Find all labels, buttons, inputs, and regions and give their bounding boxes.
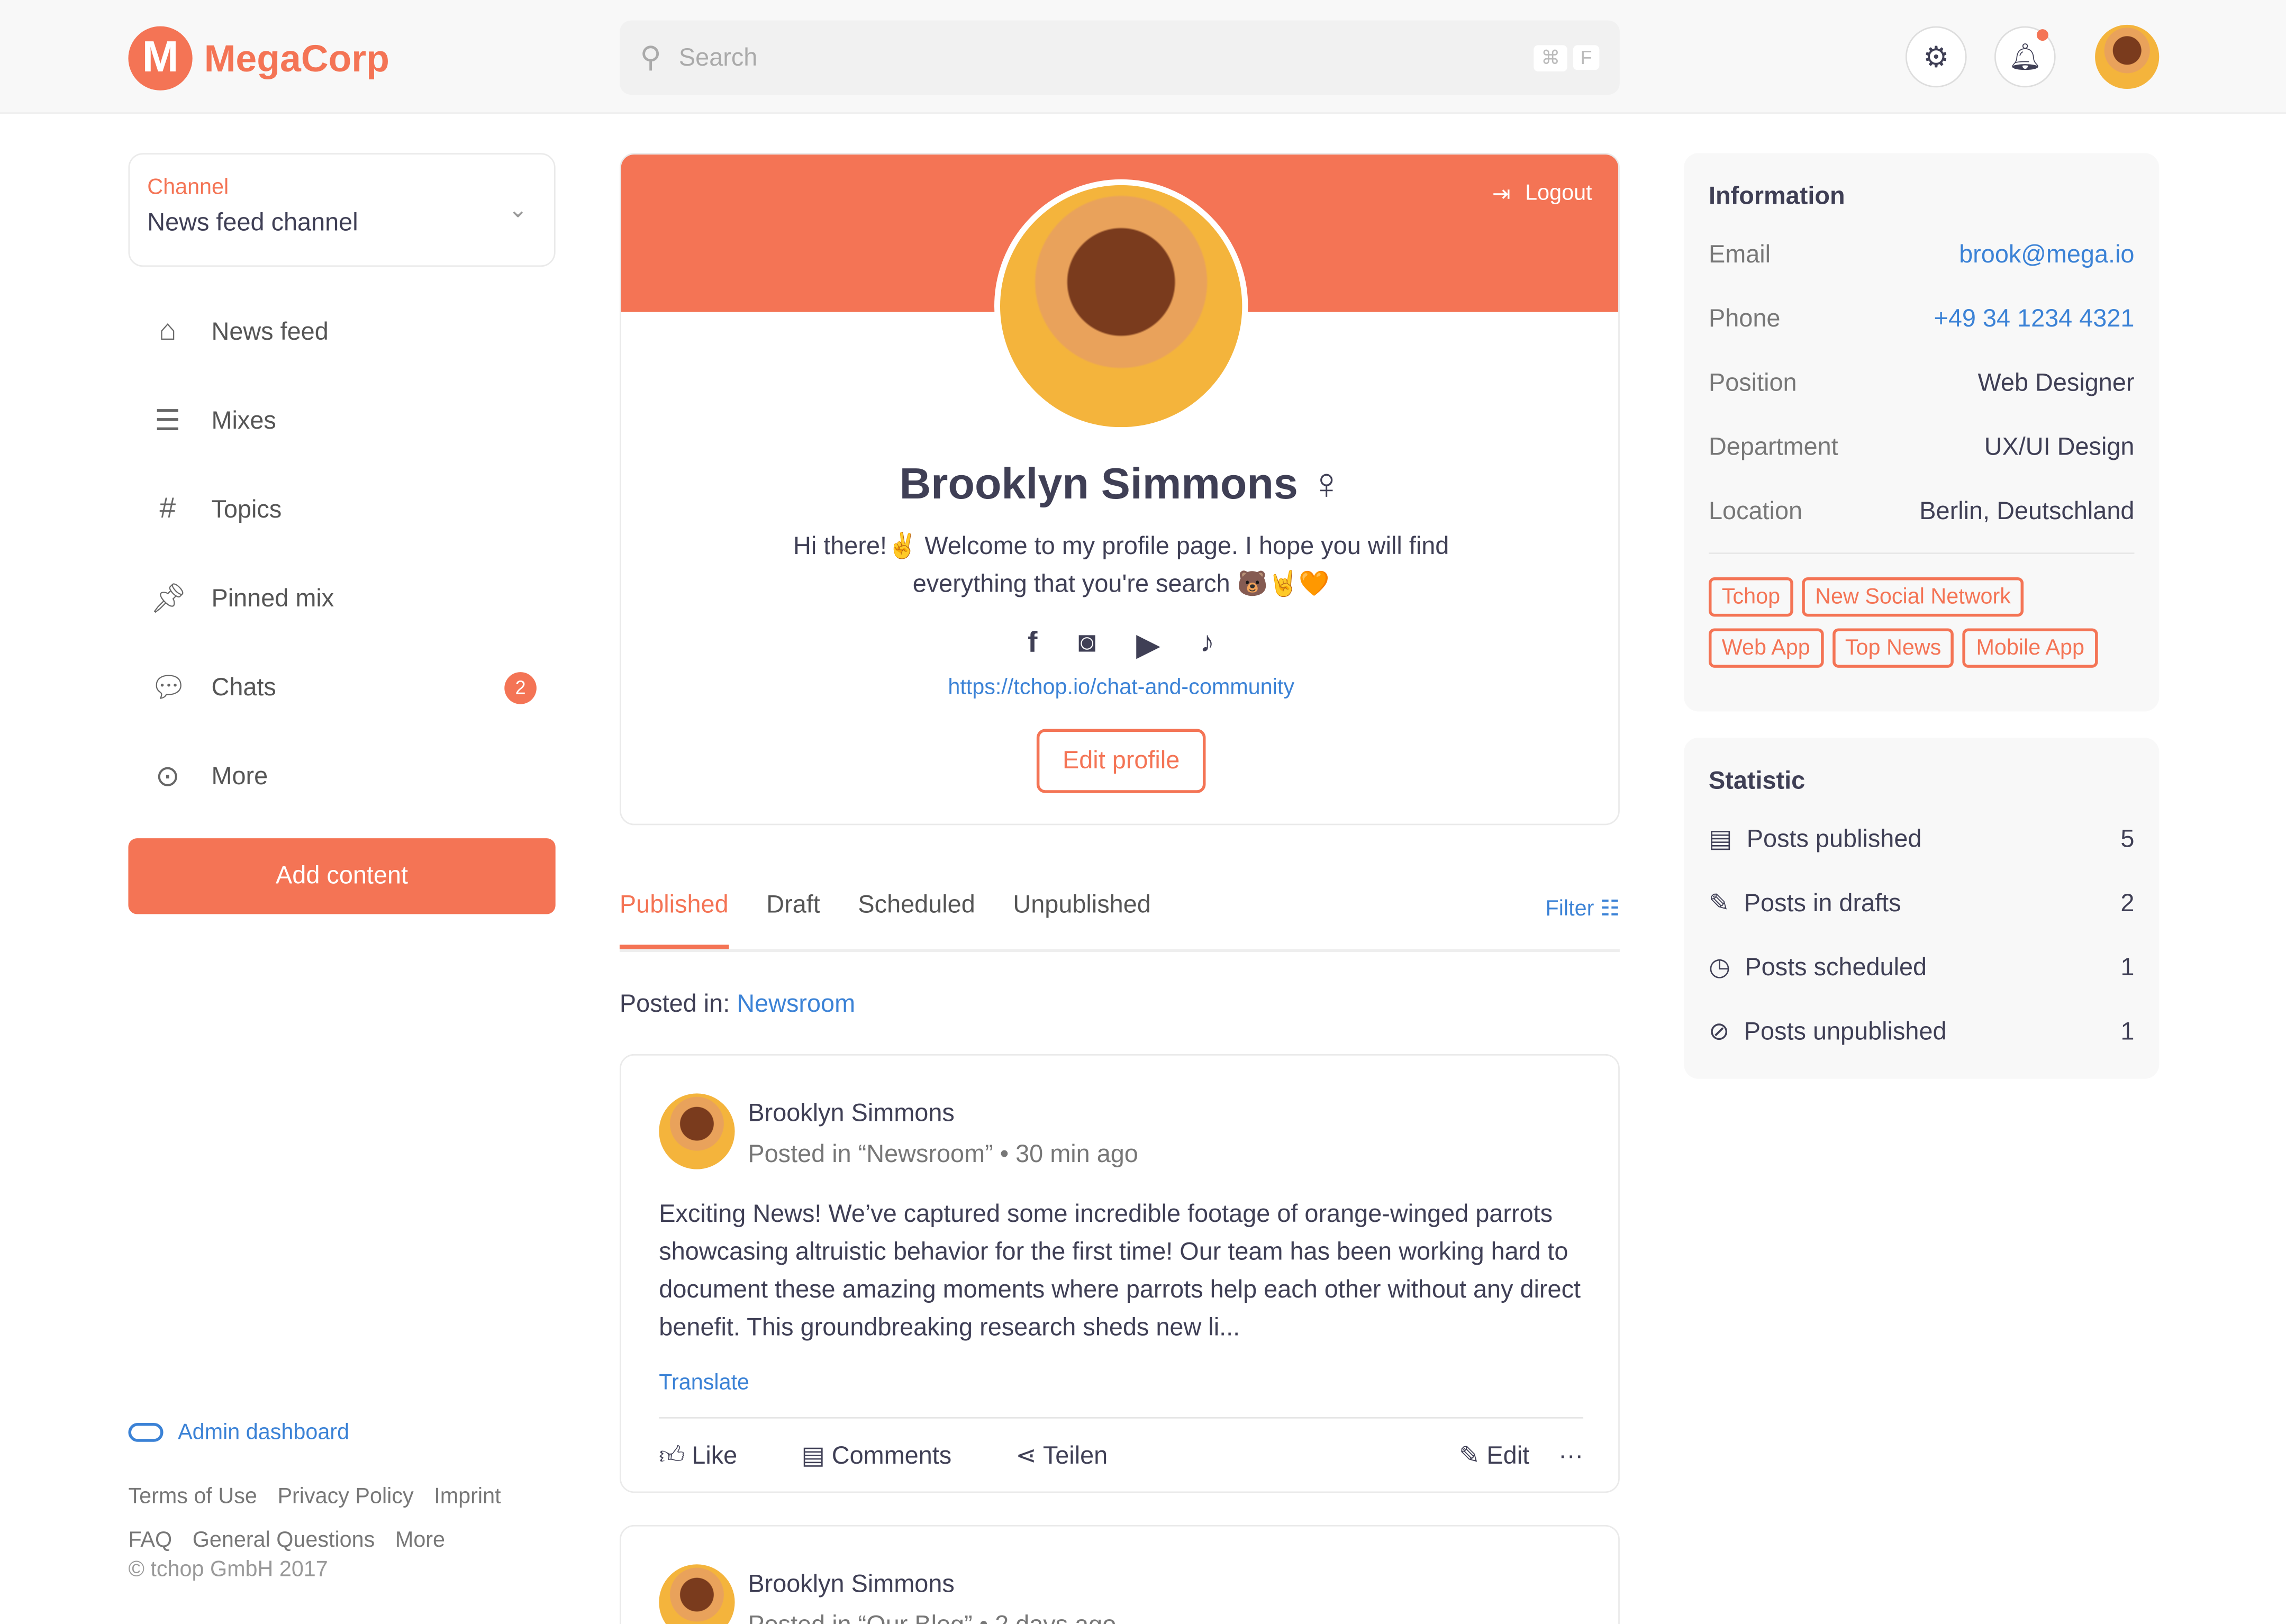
- shortcut-key: ⌘: [1534, 44, 1567, 71]
- faq-link[interactable]: FAQ: [128, 1528, 172, 1553]
- sidebar-item-chats[interactable]: 💬︎ Chats 2: [128, 643, 557, 732]
- posted-in-link[interactable]: Newsroom: [737, 990, 855, 1018]
- post-meta: Posted in “Our Blog” • 2 days ago: [748, 1611, 1116, 1624]
- stack-icon: ☰: [155, 405, 181, 438]
- logout-button[interactable]: ⇥ Logout: [1492, 181, 1592, 207]
- add-content-button[interactable]: Add content: [128, 838, 556, 914]
- tiktok-icon[interactable]: ♪: [1200, 627, 1215, 664]
- settings-button[interactable]: ⚙: [1905, 26, 1967, 88]
- statistic-panel: Statistic ▤ Posts published 5 ✎ Posts in dr…: [1684, 738, 2160, 1079]
- edit-post-button[interactable]: ✎ Edit: [1459, 1441, 1529, 1470]
- avatar[interactable]: [2095, 24, 2160, 89]
- author-avatar: [659, 1093, 735, 1169]
- logo[interactable]: M MegaCorp: [128, 26, 389, 90]
- clock-icon: ◷: [1708, 953, 1730, 982]
- author-avatar: [659, 1564, 735, 1624]
- sidebar-item-news-feed[interactable]: ⌂ News feed: [128, 287, 557, 376]
- chevron-down-icon: ⌄: [508, 198, 528, 223]
- post-author[interactable]: Brooklyn Simmons: [748, 1099, 1138, 1128]
- channel-select[interactable]: Channel News feed channel ⌄: [128, 153, 556, 267]
- tag[interactable]: Web App: [1708, 628, 1824, 668]
- post-tabs: Published Draft Scheduled Unpublished Fi…: [619, 891, 1620, 952]
- comments-button[interactable]: ▤ Comments: [801, 1441, 951, 1470]
- thumbs-up-icon: 👍︎: [659, 1441, 685, 1470]
- privacy-link[interactable]: Privacy Policy: [277, 1484, 413, 1509]
- toggle-icon: [128, 1422, 164, 1442]
- tag[interactable]: New Social Network: [1802, 577, 2024, 617]
- profile-avatar: [994, 179, 1248, 433]
- notification-dot: [2036, 29, 2048, 41]
- post-author[interactable]: Brooklyn Simmons: [748, 1570, 1116, 1599]
- tab-draft[interactable]: Draft: [766, 891, 820, 949]
- profile-url[interactable]: https://tchop.io/chat-and-community: [621, 675, 1618, 700]
- copyright: © tchop GmbH 2017: [128, 1557, 328, 1582]
- terms-link[interactable]: Terms of Use: [128, 1484, 257, 1509]
- more-options-icon[interactable]: ···: [1558, 1441, 1583, 1470]
- tab-unpublished[interactable]: Unpublished: [1013, 891, 1150, 949]
- post-card: Brooklyn Simmons Posted in “Newsroom” • …: [619, 1054, 1620, 1493]
- sidebar-item-more[interactable]: ⊙ More: [128, 732, 557, 821]
- post-body: Exciting News! We’ve captured some incre…: [659, 1200, 1581, 1341]
- home-icon: ⌂: [159, 315, 177, 347]
- sidebar-item-mixes[interactable]: ☰ Mixes: [128, 376, 557, 465]
- document-icon: ▤: [1708, 825, 1732, 853]
- sidebar-item-pinned-mix[interactable]: 📌︎ Pinned mix: [128, 554, 557, 643]
- sidebar-item-topics[interactable]: # Topics: [128, 465, 557, 554]
- post-meta: Posted in “Newsroom” • 30 min ago: [748, 1140, 1138, 1168]
- profile-name: Brooklyn Simmons ♀: [899, 460, 1343, 509]
- general-questions-link[interactable]: General Questions: [193, 1528, 375, 1553]
- email-link[interactable]: brook@mega.io: [1959, 241, 2134, 270]
- chat-icon: 💬︎: [150, 672, 187, 704]
- admin-dashboard-link[interactable]: Admin dashboard: [128, 1420, 349, 1445]
- draft-icon: ✎: [1708, 889, 1730, 917]
- phone-link[interactable]: +49 34 1234 4321: [1934, 305, 2134, 334]
- profile-card: ⇥ Logout Brooklyn Simmons ♀ Hi there!✌️ W…: [619, 153, 1620, 825]
- sidebar-nav: ⌂ News feed ☰ Mixes # Topics 📌︎ Pinned mix 💬…: [128, 287, 557, 821]
- share-icon: ⋖: [1015, 1441, 1037, 1469]
- filter-button[interactable]: Filter ☷: [1545, 891, 1619, 949]
- bell-icon: 🔔︎: [2008, 41, 2042, 71]
- comment-icon: ▤: [801, 1441, 825, 1469]
- edit-profile-button[interactable]: Edit profile: [1036, 729, 1206, 793]
- notifications-button[interactable]: 🔔︎: [1994, 26, 2056, 88]
- youtube-icon[interactable]: ▶: [1137, 627, 1159, 664]
- imprint-link[interactable]: Imprint: [434, 1484, 501, 1509]
- search-input[interactable]: ⚲ Search ⌘ F: [619, 20, 1620, 95]
- gear-icon: ⚙: [1923, 41, 1949, 74]
- translate-link[interactable]: Translate: [659, 1371, 749, 1395]
- pin-icon: 📌︎: [150, 583, 187, 615]
- share-button[interactable]: ⋖ Teilen: [1015, 1441, 1108, 1470]
- hash-icon: #: [159, 493, 176, 525]
- shortcut-key: F: [1573, 45, 1600, 70]
- tag[interactable]: Top News: [1832, 628, 1955, 668]
- facebook-icon[interactable]: f: [1028, 627, 1037, 664]
- search-icon: ⚲: [640, 42, 661, 75]
- like-button[interactable]: 👍︎ Like: [659, 1440, 737, 1471]
- information-panel: Information Email brook@mega.io Phone +49 …: [1684, 153, 2160, 712]
- profile-bio: Hi there!✌️ Welcome to my profile page. …: [793, 532, 1449, 560]
- tag[interactable]: Mobile App: [1963, 628, 2098, 668]
- tab-published[interactable]: Published: [619, 891, 729, 949]
- chats-badge: 2: [504, 671, 537, 704]
- tag[interactable]: Tchop: [1708, 577, 1793, 617]
- instagram-icon[interactable]: ◙: [1078, 627, 1096, 664]
- sliders-icon: ☷: [1600, 896, 1620, 922]
- logout-icon: ⇥: [1492, 182, 1511, 207]
- more-link[interactable]: More: [395, 1528, 445, 1553]
- eye-off-icon: ⊘: [1708, 1018, 1730, 1046]
- chevron-circle-icon: ⊙: [155, 761, 180, 793]
- post-card: Brooklyn Simmons Posted in “Our Blog” • …: [619, 1525, 1620, 1624]
- tab-scheduled[interactable]: Scheduled: [858, 891, 975, 949]
- profile-bio: everything that you're search 🐻🤘🧡: [912, 570, 1330, 598]
- pencil-icon: ✎: [1459, 1441, 1480, 1469]
